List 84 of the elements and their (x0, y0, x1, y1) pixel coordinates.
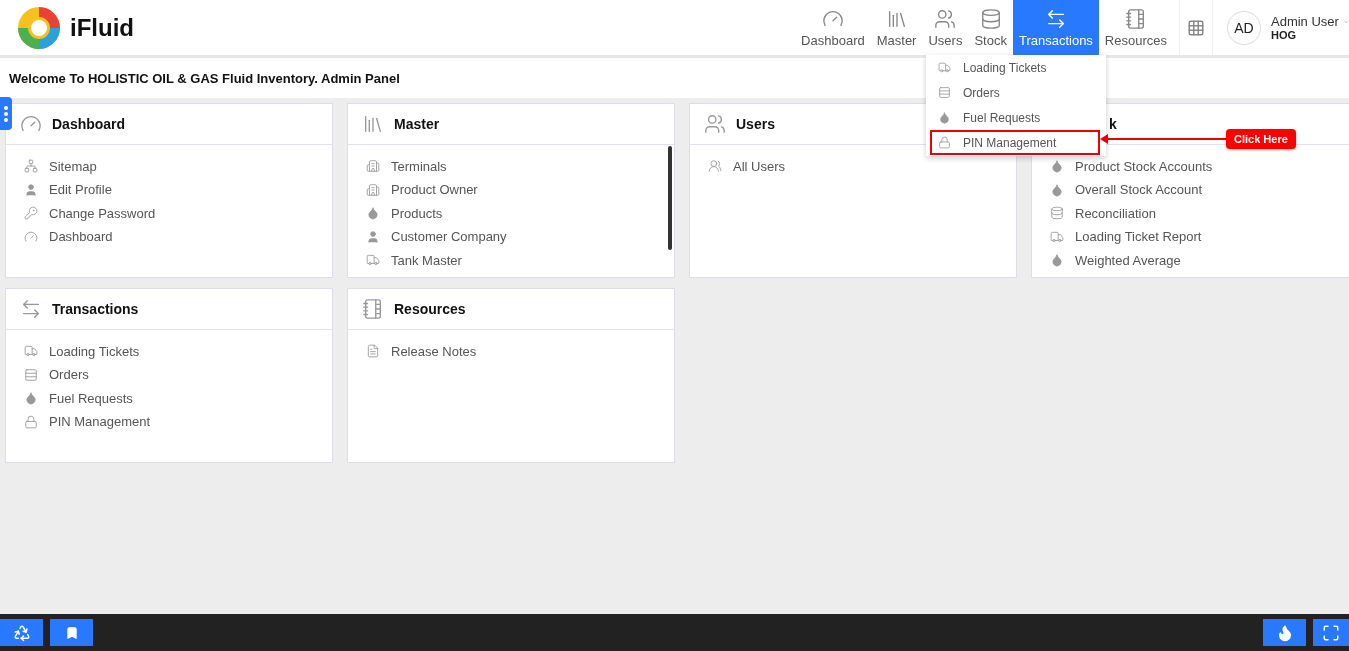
document-icon (366, 344, 380, 359)
truck-icon (366, 253, 380, 268)
drop-icon (1050, 182, 1064, 197)
sitemap-icon (24, 159, 38, 174)
drop-icon (24, 391, 38, 406)
user-icon (366, 229, 380, 244)
nav-tab[interactable]: Transactions (1012, 0, 1099, 55)
user-role: HOG (1271, 29, 1298, 41)
menu-link[interactable]: Edit Profile (24, 180, 332, 199)
nav-tab[interactable]: Dashboard (795, 0, 871, 55)
menu-link[interactable]: Orders (24, 365, 332, 384)
nav-tab[interactable]: Resources (1098, 0, 1173, 55)
truck-icon (938, 61, 951, 74)
drop-icon (938, 111, 951, 124)
notebook-icon (1124, 7, 1147, 30)
scrollbar[interactable] (668, 146, 672, 250)
menu-link[interactable]: Products (366, 204, 674, 223)
apps-grid-button[interactable] (1179, 0, 1213, 55)
key-icon (24, 206, 38, 221)
menu-link[interactable]: Customer Company (366, 227, 674, 246)
menu-link[interactable]: Terminals (366, 157, 674, 176)
drop-icon (366, 206, 380, 221)
building-icon (366, 159, 380, 174)
dropdown-item[interactable]: Loading Tickets (930, 55, 1100, 80)
users-icon (704, 113, 726, 135)
building-icon (366, 182, 380, 197)
notebook-icon (362, 298, 384, 320)
nav-tab[interactable]: Master (870, 0, 923, 55)
bookmark-icon (64, 625, 79, 640)
user-name: Admin User (1271, 14, 1339, 29)
truck-icon (1050, 229, 1064, 244)
menu-link[interactable]: Product Stock Accounts (1050, 157, 1349, 176)
truck-icon (24, 344, 38, 359)
recycle-button[interactable] (0, 619, 43, 646)
nav-tab[interactable]: Stock (968, 0, 1013, 55)
callout-label: Click Here (1226, 129, 1296, 149)
nav-tab[interactable]: Users (922, 0, 969, 55)
coin-stack-icon (1050, 206, 1064, 221)
fullscreen-icon (1322, 623, 1340, 642)
grid-icon (1187, 18, 1205, 37)
card-title: Resources (394, 301, 466, 317)
gauge-icon (24, 229, 38, 244)
menu-link[interactable]: Loading Tickets (24, 342, 332, 361)
arrows-icon (20, 298, 42, 320)
lock-icon (24, 414, 38, 429)
menu-link[interactable]: Reconciliation (1050, 204, 1349, 223)
menu-link[interactable]: All Users (708, 157, 1016, 176)
brand-name: iFluid (70, 13, 134, 42)
card-title: Dashboard (52, 116, 126, 132)
menu-link[interactable]: Change Password (24, 204, 332, 223)
menu-link[interactable]: Product Owner (366, 180, 674, 199)
swirl-logo-icon (16, 4, 62, 51)
user-icon (24, 182, 38, 197)
menu-link[interactable]: Loading Ticket Report (1050, 227, 1349, 246)
list-icon (938, 86, 951, 99)
menu-link[interactable]: PIN Management (24, 412, 332, 431)
flame-button[interactable] (1263, 619, 1306, 646)
drop-icon (1050, 253, 1064, 268)
menu-link[interactable]: Sitemap (24, 157, 332, 176)
card-title: Master (394, 116, 440, 132)
coin-stack-icon (979, 7, 1002, 30)
side-menu-tab[interactable] (0, 97, 12, 130)
dropdown-item[interactable]: PIN Management (930, 130, 1100, 155)
lock-icon (938, 136, 951, 149)
menu-link[interactable]: Fuel Requests (24, 389, 332, 408)
users-icon (934, 7, 957, 30)
dots-icon (4, 105, 8, 122)
menu-link[interactable]: Weighted Average (1050, 251, 1349, 270)
drop-icon (1050, 159, 1064, 174)
card-title: Users (736, 116, 775, 132)
list-icon (24, 367, 38, 382)
menu-link[interactable]: Release Notes (366, 342, 674, 361)
arrow-icon (1100, 134, 1226, 144)
recycle-icon (12, 623, 31, 642)
menu-link[interactable]: Overall Stock Account (1050, 180, 1349, 199)
menu-link[interactable]: Dashboard (24, 227, 332, 246)
fullscreen-button[interactable] (1313, 619, 1349, 646)
bookmark-button[interactable] (50, 619, 93, 646)
dropdown-item[interactable]: Fuel Requests (930, 105, 1100, 130)
books-icon (362, 113, 384, 135)
card-title: Transactions (52, 301, 139, 317)
menu-link[interactable]: Tank Master (366, 251, 674, 270)
card-title: k (1109, 116, 1117, 132)
group-icon (708, 159, 722, 174)
